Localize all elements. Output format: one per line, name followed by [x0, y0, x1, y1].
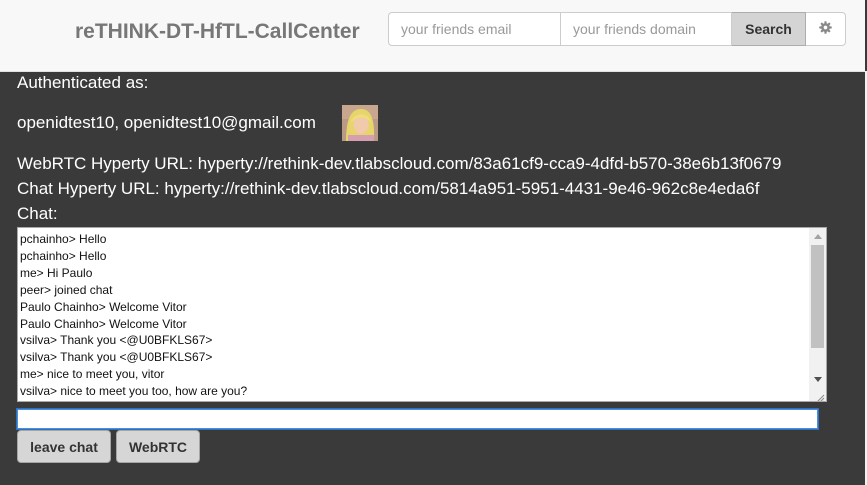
app-title[interactable]: reTHINK-DT-HfTL-CallCenter	[75, 20, 360, 44]
chat-message: pchainho> Hello	[20, 248, 107, 263]
chat-hyperty-url: Chat Hyperty URL: hyperty://rethink-dev.…	[17, 179, 760, 198]
chat-message: peer> joined chat	[20, 282, 113, 297]
resize-grip-icon[interactable]	[815, 390, 825, 401]
chat-message: vsilva> Thank you <@U0BFKLS67>	[20, 333, 213, 348]
leave-chat-button[interactable]: leave chat	[17, 430, 111, 463]
webrtc-hyperty-url: WebRTC Hyperty URL: hyperty://rethink-de…	[17, 154, 782, 173]
chat-message: pchainho> Hello	[20, 232, 107, 246]
chat-label: Chat:	[17, 204, 58, 223]
chat-log[interactable]: pchainho> Hello pchainho> Hello me> Hi P…	[17, 227, 827, 402]
scroll-down-arrow-icon[interactable]	[809, 372, 826, 387]
scroll-up-arrow-icon[interactable]	[809, 229, 826, 244]
chat-message-input[interactable]	[16, 408, 819, 430]
chat-message: vsilva> Thank you <@U0BFKLS67>	[20, 350, 213, 365]
chat-message: Paulo Chainho> Welcome Vitor	[20, 299, 187, 314]
webrtc-button[interactable]: WebRTC	[116, 430, 200, 463]
chat-messages: pchainho> Hello pchainho> Hello me> Hi P…	[20, 231, 247, 400]
chat-message: Paulo Chainho> Welcome Vitor	[20, 316, 187, 331]
user-identity: openidtest10, openidtest10@gmail.com	[17, 113, 316, 132]
chat-message: vsilva> nice to meet you too, how are yo…	[20, 384, 248, 399]
chat-scrollbar[interactable]	[809, 228, 826, 401]
scroll-thumb[interactable]	[811, 245, 824, 348]
search-button[interactable]: Search	[732, 12, 806, 46]
authenticated-label: Authenticated as:	[17, 73, 149, 92]
friend-search-form: Search	[388, 12, 846, 46]
friend-domain-input[interactable]	[561, 12, 732, 46]
top-navbar: reTHINK-DT-HfTL-CallCenter Search	[0, 0, 865, 72]
user-avatar	[342, 105, 378, 141]
friend-email-input[interactable]	[388, 12, 561, 46]
settings-button[interactable]	[806, 12, 846, 46]
chat-message: me> nice to meet you, vitor	[20, 367, 165, 382]
gear-icon	[819, 21, 832, 37]
chat-message: me> Hi Paulo	[20, 265, 93, 280]
